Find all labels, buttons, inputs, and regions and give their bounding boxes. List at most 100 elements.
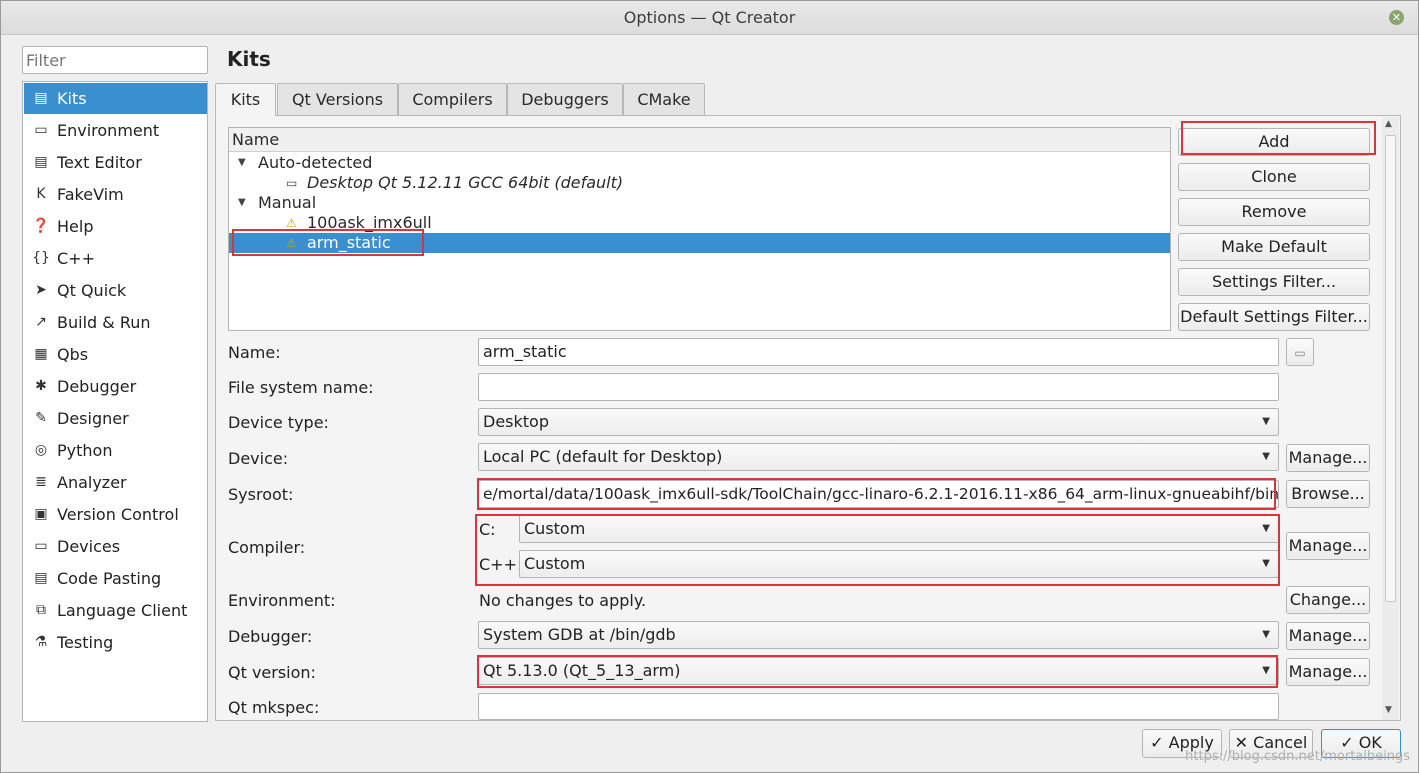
compiler-cpp-select[interactable]: Custom ▼	[519, 550, 1279, 578]
compiler-c-select[interactable]: Custom ▼	[519, 515, 1279, 543]
environment-change-button[interactable]: Change...	[1286, 586, 1370, 614]
debugger-select[interactable]: System GDB at /bin/gdb ▼	[478, 621, 1279, 649]
tab-compilers[interactable]: Compilers	[398, 83, 507, 115]
chevron-down-icon: ▼	[1262, 558, 1270, 569]
scroll-down-icon[interactable]: ▼	[1385, 705, 1392, 715]
tree-group-label: Manual	[258, 193, 317, 212]
sidebar-item-c[interactable]: {} C++	[24, 243, 207, 274]
sidebar-item-label: Analyzer	[57, 473, 127, 492]
tab-cmake[interactable]: CMake	[623, 83, 705, 115]
sysroot-field[interactable]: e/mortal/data/100ask_imx6ull-sdk/ToolCha…	[478, 480, 1279, 508]
kit-tree[interactable]: Name ▼ Auto-detected ▭ Desktop Qt 5.12.1…	[228, 127, 1171, 331]
sidebar-item-label: Kits	[57, 89, 87, 108]
sidebar-item-kits[interactable]: ▤ Kits	[24, 83, 207, 114]
device-type-select[interactable]: Desktop ▼	[478, 408, 1279, 436]
device-label: Device:	[228, 449, 289, 468]
device-select[interactable]: Local PC (default for Desktop) ▼	[478, 443, 1279, 471]
kit-item-arm-static[interactable]: ⚠ arm_static	[229, 233, 1170, 253]
device-type-label: Device type:	[228, 413, 329, 432]
environment-value: No changes to apply.	[479, 591, 647, 610]
tab-debuggers[interactable]: Debuggers	[507, 83, 623, 115]
settings-filter-button[interactable]: Settings Filter...	[1178, 268, 1370, 296]
kits-icon: ▤	[34, 90, 48, 106]
sidebar-item-label: Text Editor	[57, 153, 142, 172]
designer-icon: ✎	[35, 410, 47, 426]
warning-icon: ⚠	[286, 216, 297, 230]
sidebar-item-testing[interactable]: ⚗ Testing	[24, 627, 207, 658]
sidebar-item-debugger[interactable]: ✱ Debugger	[24, 371, 207, 402]
sidebar-item-label: Language Client	[57, 601, 188, 620]
remove-button[interactable]: Remove	[1178, 198, 1370, 226]
window-title: Options — Qt Creator	[623, 8, 796, 27]
sidebar-item-build-run[interactable]: ↗ Build & Run	[24, 307, 207, 338]
sidebar-item-python[interactable]: ◎ Python	[24, 435, 207, 466]
chevron-down-icon: ▼	[1262, 416, 1270, 427]
device-manage-button[interactable]: Manage...	[1286, 444, 1370, 472]
file-system-name-field[interactable]	[478, 373, 1279, 401]
sidebar-item-environment[interactable]: ▭ Environment	[24, 115, 207, 146]
sidebar-item-label: Devices	[57, 537, 121, 556]
sidebar-item-label: C++	[57, 249, 95, 268]
watermark: https://blog.csdn.net/mortalbeings	[1185, 749, 1410, 764]
sidebar-item-fakevim[interactable]: K FakeVim	[24, 179, 207, 210]
debugger-manage-button[interactable]: Manage...	[1286, 622, 1370, 650]
kit-item-100ask[interactable]: ⚠ 100ask_imx6ull	[229, 213, 1170, 233]
sidebar-item-language-client[interactable]: ⧉ Language Client	[24, 595, 207, 626]
qt-quick-icon: ➤	[35, 282, 47, 298]
scroll-up-icon[interactable]: ▲	[1385, 119, 1392, 129]
expand-arrow-icon[interactable]: ▼	[238, 153, 246, 173]
kit-item-label: 100ask_imx6ull	[307, 213, 432, 232]
qt-version-select[interactable]: Qt 5.13.0 (Qt_5_13_arm) ▼	[478, 657, 1279, 685]
sidebar-item-devices[interactable]: ▭ Devices	[24, 531, 207, 562]
sidebar-item-label: FakeVim	[57, 185, 124, 204]
clone-button[interactable]: Clone	[1178, 163, 1370, 191]
code-pasting-icon: ▤	[34, 570, 48, 586]
kit-item-label: arm_static	[307, 233, 391, 252]
kit-item-desktop[interactable]: ▭ Desktop Qt 5.12.11 GCC 64bit (default)	[229, 173, 1170, 193]
sidebar-item-label: Code Pasting	[57, 569, 162, 588]
tree-group-auto-detected[interactable]: ▼ Auto-detected	[229, 153, 1170, 173]
debugger-value: System GDB at /bin/gdb	[483, 625, 676, 644]
add-button[interactable]: Add	[1178, 128, 1370, 156]
make-default-button[interactable]: Make Default	[1178, 233, 1370, 261]
expand-arrow-icon[interactable]: ▼	[238, 193, 246, 213]
tab-qt-versions[interactable]: Qt Versions	[277, 83, 398, 115]
sidebar-item-qbs[interactable]: ▦ Qbs	[24, 339, 207, 370]
tree-group-manual[interactable]: ▼ Manual	[229, 193, 1170, 213]
chevron-down-icon: ▼	[1262, 629, 1270, 640]
chevron-down-icon: ▼	[1262, 523, 1270, 534]
sidebar-item-analyzer[interactable]: ≣ Analyzer	[24, 467, 207, 498]
version-control-icon: ▣	[34, 506, 48, 522]
name-field[interactable]: arm_static	[478, 338, 1279, 366]
filter-input[interactable]	[22, 46, 208, 74]
sidebar-item-qt-quick[interactable]: ➤ Qt Quick	[24, 275, 207, 306]
sidebar-item-designer[interactable]: ✎ Designer	[24, 403, 207, 434]
devices-icon: ▭	[34, 538, 48, 554]
category-sidebar: ▤ Kits ▭ Environment ▤ Text Editor K FakeVim ❓ He…	[22, 81, 208, 722]
qt-version-manage-button[interactable]: Manage...	[1286, 658, 1370, 686]
qt-mkspec-label: Qt mkspec:	[228, 698, 320, 717]
sysroot-browse-button[interactable]: Browse...	[1286, 480, 1370, 508]
panel-scrollbar[interactable]: ▲ ▼	[1382, 117, 1399, 720]
scrollbar-thumb[interactable]	[1385, 135, 1396, 602]
debugger-icon: ✱	[35, 378, 47, 394]
tree-group-label: Auto-detected	[258, 153, 373, 172]
testing-icon: ⚗	[34, 634, 48, 650]
default-settings-filter-button[interactable]: Default Settings Filter...	[1178, 303, 1370, 331]
help-icon: ❓	[32, 218, 50, 234]
tab-kits[interactable]: Kits	[215, 83, 276, 116]
sidebar-item-help[interactable]: ❓ Help	[24, 211, 207, 242]
kit-icon-button[interactable]: ▭	[1286, 338, 1314, 366]
debugger-label: Debugger:	[228, 627, 313, 646]
sidebar-item-label: Build & Run	[57, 313, 151, 332]
sidebar-item-label: Qt Quick	[57, 281, 127, 300]
tree-header-name[interactable]: Name	[229, 128, 1170, 152]
close-icon[interactable]: ✕	[1389, 10, 1404, 25]
compiler-manage-button[interactable]: Manage...	[1286, 532, 1370, 560]
sidebar-item-label: Version Control	[57, 505, 179, 524]
qt-mkspec-field[interactable]	[478, 693, 1279, 720]
sidebar-item-label: Designer	[57, 409, 129, 428]
sidebar-item-text-editor[interactable]: ▤ Text Editor	[24, 147, 207, 178]
sidebar-item-version-control[interactable]: ▣ Version Control	[24, 499, 207, 530]
sidebar-item-code-pasting[interactable]: ▤ Code Pasting	[24, 563, 207, 594]
